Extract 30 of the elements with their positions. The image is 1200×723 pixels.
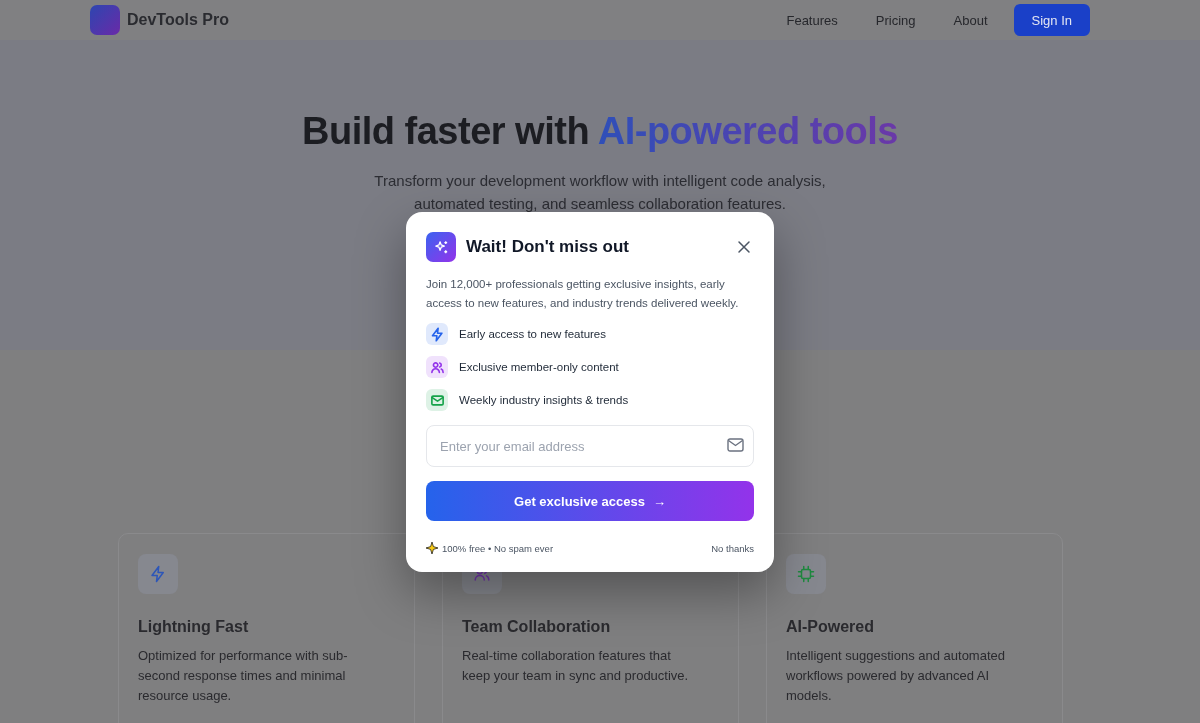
card-description: Optimized for performance with sub-second response times and minimal resource usage.: [138, 647, 349, 705]
sparkle-icon: [426, 542, 438, 554]
close-icon[interactable]: [736, 239, 752, 255]
benefit-text: Exclusive member-only content: [459, 361, 619, 373]
benefit-text: Early access to new features: [459, 328, 606, 340]
nav-link[interactable]: Features: [786, 13, 838, 28]
fine-print: 100% free • No spam ever: [442, 542, 554, 554]
card-description: Real-time collaboration features that keep your team in sync and productive.: [462, 647, 690, 685]
envelope-icon: [727, 438, 744, 452]
hero-subtitle: Transform your development workflow with intelligent code analysis,: [373, 171, 827, 191]
nav-link[interactable]: About: [953, 13, 988, 28]
card-title: AI-Powered: [786, 618, 875, 636]
logo-icon: [90, 5, 120, 35]
card-title: Lightning Fast: [138, 618, 250, 636]
sign-in-button[interactable]: Sign In: [1013, 4, 1090, 36]
dialog-description: Join 12,000+ professionals getting exclusive insights, early access to new features, and industry trends delivered weekly.: [426, 277, 740, 311]
dialog-title: Wait! Don't miss out: [466, 237, 630, 257]
hero-subtitle: automated testing, and seamless collaboration features.: [413, 194, 787, 214]
brand-name: DevTools Pro: [127, 11, 229, 29]
card-title: Team Collaboration: [462, 618, 612, 636]
nav-link[interactable]: Pricing: [875, 13, 916, 28]
email-field[interactable]: Enter your email address: [426, 425, 754, 467]
card-description: Intelligent suggestions and automated workflows powered by advanced AI models.: [786, 647, 1006, 705]
hero-title: Build faster with AI-powered tools: [301, 109, 899, 153]
benefit-text: Weekly industry insights & trends: [459, 394, 629, 406]
lightning-icon: [138, 554, 178, 594]
chip-icon: [786, 554, 826, 594]
submit-button[interactable]: Get exclusive access →: [426, 481, 754, 521]
no-thanks-link[interactable]: No thanks: [711, 542, 754, 554]
sparkles-icon: [426, 232, 456, 262]
